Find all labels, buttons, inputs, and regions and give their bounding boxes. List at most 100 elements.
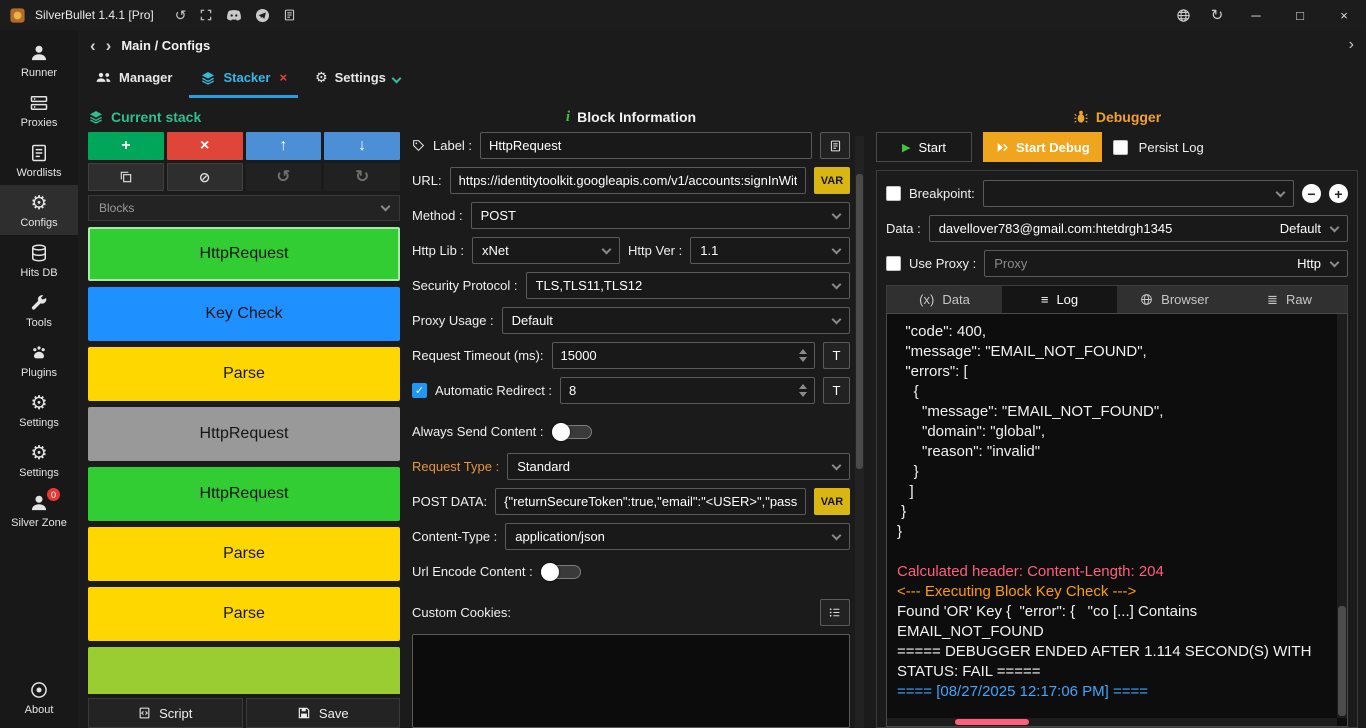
- add-block-button[interactable]: +: [88, 132, 164, 160]
- add-breakpoint-button[interactable]: +: [1329, 184, 1348, 203]
- panel-expand-icon[interactable]: ›: [1349, 36, 1354, 54]
- minimize-button[interactable]: ─: [1234, 0, 1278, 30]
- data-input[interactable]: davellover783@gmail.com:htetdrgh1345: [939, 221, 1173, 236]
- custom-cookies-textarea[interactable]: [412, 634, 850, 728]
- sidebar-item-plugins[interactable]: Plugins: [0, 335, 78, 385]
- content-type-label: Content-Type :: [412, 529, 497, 544]
- clone-block-button[interactable]: [88, 163, 164, 191]
- proxy-usage-dropdown[interactable]: Default: [502, 307, 850, 334]
- capture-icon[interactable]: [199, 8, 213, 22]
- start-debug-button[interactable]: Start Debug: [983, 132, 1102, 162]
- log-vertical-scrollbar[interactable]: [1337, 314, 1347, 718]
- wordlist-type-value[interactable]: Default: [1280, 221, 1321, 236]
- sidebar-item-proxies[interactable]: Proxies: [0, 85, 78, 135]
- scrollbar-thumb[interactable]: [1338, 606, 1346, 716]
- tab-manager[interactable]: Manager: [84, 60, 183, 98]
- discord-icon[interactable]: [226, 9, 242, 22]
- nav-back-icon[interactable]: ‹: [90, 37, 96, 54]
- remove-breakpoint-button[interactable]: −: [1302, 184, 1321, 203]
- request-type-dropdown[interactable]: Standard: [507, 453, 850, 480]
- spinner-up-icon[interactable]: [799, 349, 807, 354]
- sidebar-item-about[interactable]: About: [0, 672, 78, 722]
- debugger-tab-data[interactable]: (x)Data: [887, 286, 1002, 313]
- redirect-count-input[interactable]: [569, 383, 793, 398]
- spinner-down-icon[interactable]: [799, 357, 807, 362]
- sidebar-item-wordlists[interactable]: Wordlists: [0, 135, 78, 185]
- stack-block[interactable]: HttpRequest: [88, 467, 400, 521]
- label-input[interactable]: [480, 132, 812, 159]
- spinner-down-icon[interactable]: [799, 392, 807, 397]
- nav-forward-icon[interactable]: ›: [106, 37, 112, 54]
- breakpoint-dropdown[interactable]: [983, 180, 1294, 207]
- persist-log-checkbox[interactable]: [1113, 140, 1128, 155]
- network-icon[interactable]: [1166, 8, 1200, 23]
- tab-settings[interactable]: ⚙Settings: [304, 60, 411, 98]
- sidebar-item-tools[interactable]: Tools: [0, 285, 78, 335]
- http-lib-dropdown[interactable]: xNet: [472, 237, 620, 264]
- stack-block[interactable]: Key Check: [88, 287, 400, 341]
- method-dropdown[interactable]: POST: [471, 202, 850, 229]
- post-data-var-button[interactable]: VAR: [814, 488, 850, 515]
- delete-block-button[interactable]: ×: [167, 132, 243, 160]
- stack-block[interactable]: Parse: [88, 347, 400, 401]
- label-note-button[interactable]: [820, 132, 850, 159]
- blocks-dropdown[interactable]: Blocks: [88, 195, 400, 221]
- debugger-tab-log[interactable]: ≡Log: [1002, 286, 1117, 313]
- block-info-scrollbar[interactable]: [855, 136, 864, 728]
- proxy-input[interactable]: Proxy: [994, 256, 1027, 271]
- telegram-icon[interactable]: [255, 8, 270, 23]
- log-horizontal-scrollbar[interactable]: [887, 718, 1337, 726]
- tab-stacker[interactable]: Stacker×: [189, 60, 298, 98]
- request-timeout-input[interactable]: [561, 348, 794, 363]
- start-button[interactable]: ▶ Start: [876, 132, 972, 162]
- debugger-tab-raw[interactable]: ≣Raw: [1232, 286, 1347, 313]
- history-icon[interactable]: ↺: [175, 7, 187, 24]
- move-block-down-button[interactable]: ↓: [324, 132, 400, 160]
- url-input[interactable]: [450, 167, 806, 194]
- sidebar-item-configs[interactable]: ⚙Configs: [0, 185, 78, 235]
- stack-block[interactable]: HttpRequest: [88, 407, 400, 461]
- redirect-type-button[interactable]: T: [823, 377, 850, 404]
- sidebar-item-settings[interactable]: ⚙Settings: [0, 385, 78, 435]
- request-timeout-stepper[interactable]: [552, 342, 816, 369]
- url-var-button[interactable]: VAR: [814, 167, 850, 194]
- undo-button[interactable]: ↺: [246, 163, 322, 191]
- stack-block[interactable]: [88, 647, 400, 694]
- scrollbar-thumb[interactable]: [955, 719, 1029, 725]
- http-ver-dropdown[interactable]: 1.1: [690, 237, 850, 264]
- data-input-combo[interactable]: davellover783@gmail.com:htetdrgh1345 Def…: [929, 215, 1348, 242]
- form-icon[interactable]: [283, 8, 296, 22]
- maximize-button[interactable]: □: [1278, 0, 1322, 30]
- script-button[interactable]: Script: [88, 698, 243, 728]
- scrollbar-thumb[interactable]: [856, 174, 863, 469]
- sidebar-item-settings[interactable]: ⚙Settings: [0, 435, 78, 485]
- spinner-up-icon[interactable]: [799, 384, 807, 389]
- move-block-up-button[interactable]: ↑: [246, 132, 322, 160]
- save-button[interactable]: Save: [246, 698, 401, 728]
- redirect-stepper[interactable]: [560, 377, 815, 404]
- proxy-type-value[interactable]: Http: [1297, 256, 1321, 271]
- stack-block[interactable]: HttpRequest: [88, 227, 400, 281]
- redo-button[interactable]: ↻: [324, 163, 400, 191]
- content-type-dropdown[interactable]: application/json: [505, 523, 850, 550]
- close-button[interactable]: ×: [1322, 0, 1366, 30]
- automatic-redirect-checkbox[interactable]: [412, 383, 427, 398]
- post-data-input[interactable]: [495, 488, 806, 515]
- breakpoint-checkbox[interactable]: [886, 186, 901, 201]
- sidebar-item-silver-zone[interactable]: 0Silver Zone: [0, 485, 78, 535]
- sidebar-item-runner[interactable]: Runner: [0, 35, 78, 85]
- sync-icon[interactable]: ↻: [1200, 6, 1234, 24]
- use-proxy-checkbox[interactable]: [886, 256, 901, 271]
- debugger-tab-browser[interactable]: Browser: [1117, 286, 1232, 313]
- timeout-type-button[interactable]: T: [823, 342, 850, 369]
- close-tab-icon[interactable]: ×: [279, 70, 287, 85]
- proxy-input-combo[interactable]: Proxy Http: [984, 250, 1348, 277]
- cookies-list-button[interactable]: [820, 599, 850, 626]
- stack-block[interactable]: Parse: [88, 527, 400, 581]
- url-encode-toggle[interactable]: [541, 563, 581, 581]
- stack-block[interactable]: Parse: [88, 587, 400, 641]
- always-send-content-toggle[interactable]: [552, 423, 592, 441]
- disable-block-button[interactable]: ⊘: [167, 163, 243, 191]
- security-protocol-dropdown[interactable]: TLS,TLS11,TLS12: [526, 272, 851, 299]
- sidebar-item-hits-db[interactable]: Hits DB: [0, 235, 78, 285]
